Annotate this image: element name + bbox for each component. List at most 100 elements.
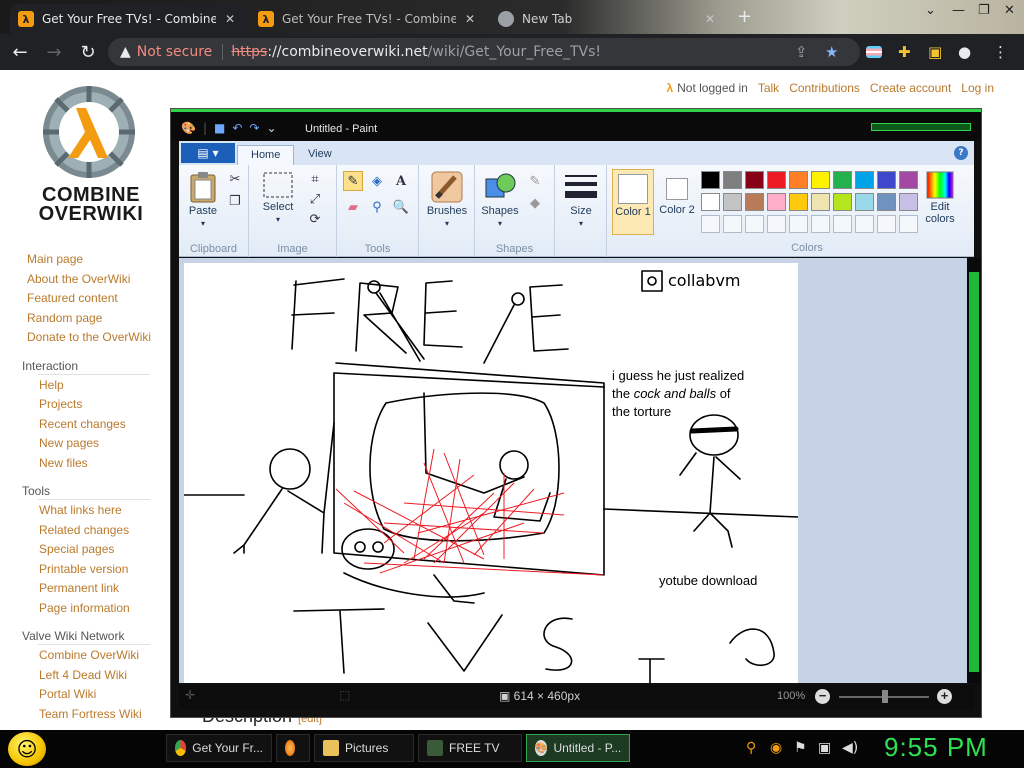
palette-custom-slot[interactable]	[877, 215, 896, 233]
browser-tab-active[interactable]: λ Get Your Free TVs! - Combine Ov ✕	[10, 4, 246, 34]
palette-custom-slot[interactable]	[767, 215, 786, 233]
menu-kebab-icon[interactable]: ⋮	[993, 43, 1008, 61]
sidebar-item-combine-overwiki[interactable]: Combine OverWiki	[39, 648, 139, 662]
sidebar-item-l4d-wiki[interactable]: Left 4 Dead Wiki	[39, 668, 127, 682]
palette-swatch[interactable]	[811, 171, 830, 189]
text-icon[interactable]: A	[391, 171, 411, 191]
sidebar-item-featured[interactable]: Featured content	[27, 291, 118, 305]
redo-icon[interactable]: ↷	[249, 121, 259, 135]
palette-swatch[interactable]	[789, 171, 808, 189]
eraser-icon[interactable]: ▰	[343, 197, 363, 217]
reload-icon[interactable]: ↻	[74, 38, 102, 66]
fill-icon[interactable]: ◆	[525, 193, 545, 213]
customize-qat-icon[interactable]: ⌄	[266, 121, 276, 135]
edit-colors-button[interactable]: Edit colors	[919, 171, 961, 225]
sidebar-heading-interaction[interactable]: Interaction	[22, 359, 78, 373]
extensions-puzzle-icon[interactable]: ✚	[898, 43, 911, 61]
palette-swatch[interactable]	[877, 171, 896, 189]
drawing-canvas[interactable]: collabvm i guess he just realized the co…	[184, 263, 798, 683]
search-icon[interactable]: ⚲	[746, 740, 756, 756]
canvas-vertical-scrollbar[interactable]	[967, 258, 981, 683]
close-tab-icon[interactable]: ✕	[702, 12, 718, 26]
browser-tab[interactable]: λ Get Your Free TVs! - Combine O ✕	[250, 4, 486, 34]
extension-flag-icon[interactable]	[866, 46, 882, 58]
sidebar-heading-network[interactable]: Valve Wiki Network	[22, 629, 124, 643]
palette-swatch[interactable]	[723, 193, 742, 211]
sidebar-item-page-information[interactable]: Page information	[39, 601, 130, 615]
save-icon[interactable]: ■	[214, 121, 225, 135]
action-center-flag-icon[interactable]: ⚑	[794, 740, 807, 756]
palette-swatch[interactable]	[701, 171, 720, 189]
sidebar-item-main-page[interactable]: Main page	[27, 252, 83, 266]
sidebar-item-projects[interactable]: Projects	[39, 397, 82, 411]
sidebar-item-help[interactable]: Help	[39, 378, 64, 392]
contributions-link[interactable]: Contributions	[789, 81, 860, 95]
palette-swatch[interactable]	[767, 171, 786, 189]
palette-swatch[interactable]	[745, 193, 764, 211]
cut-icon[interactable]: ✂	[225, 169, 245, 189]
size-button[interactable]: Size ▾	[559, 171, 603, 229]
close-window-icon[interactable]: ✕	[1004, 3, 1015, 18]
color1-button[interactable]: Color 1	[612, 169, 654, 235]
palette-swatch[interactable]	[723, 171, 742, 189]
scrollbar-thumb[interactable]	[969, 272, 979, 672]
resize-icon[interactable]: ⤢	[305, 189, 325, 209]
sidebar-item-related-changes[interactable]: Related changes	[39, 523, 129, 537]
back-arrow-icon[interactable]: ←	[6, 38, 34, 66]
taskbar-clock[interactable]: 9:55 PM	[884, 732, 988, 763]
tab-search-icon[interactable]: ⌄	[925, 3, 936, 18]
sidebar-item-new-pages[interactable]: New pages	[39, 436, 99, 450]
palette-custom-slot[interactable]	[701, 215, 720, 233]
paint-file-menu-button[interactable]: ▤ ▾	[181, 143, 235, 163]
palette-custom-slot[interactable]	[811, 215, 830, 233]
sidebar-item-portal-wiki[interactable]: Portal Wiki	[39, 687, 96, 701]
zoom-slider-thumb[interactable]	[882, 690, 888, 703]
share-icon[interactable]: ⇪	[795, 43, 808, 61]
paste-button[interactable]: Paste ▾	[185, 171, 221, 229]
network-tray-icon[interactable]: ◉	[770, 740, 782, 756]
paint-titlebar[interactable]: 🎨 | ■ ↶ ↷ ⌄ Untitled - Paint	[171, 109, 981, 141]
create-account-link[interactable]: Create account	[870, 81, 951, 95]
palette-swatch[interactable]	[855, 171, 874, 189]
zoom-in-button[interactable]: +	[937, 689, 952, 704]
color2-button[interactable]: Color 2	[657, 169, 697, 235]
forward-arrow-icon[interactable]: →	[40, 38, 68, 66]
palette-swatch[interactable]	[811, 193, 830, 211]
start-button-smiley-icon[interactable]: ☺	[8, 732, 46, 766]
palette-swatch[interactable]	[767, 193, 786, 211]
palette-swatch[interactable]	[855, 193, 874, 211]
palette-custom-slot[interactable]	[789, 215, 808, 233]
sidebar-item-recent-changes[interactable]: Recent changes	[39, 417, 126, 431]
copy-icon[interactable]: ❐	[225, 191, 245, 211]
palette-custom-slot[interactable]	[833, 215, 852, 233]
crop-icon[interactable]: ⌗	[305, 169, 325, 189]
taskbar-item-pictures[interactable]: Pictures	[314, 734, 414, 762]
rotate-icon[interactable]: ⟳	[305, 209, 325, 229]
pencil-icon[interactable]: ✎	[343, 171, 363, 191]
not-secure-label[interactable]: Not secure	[137, 44, 213, 60]
display-tray-icon[interactable]: ▣	[818, 740, 831, 756]
taskbar-item-chrome[interactable]: Get Your Fr...	[166, 734, 272, 762]
taskbar-item-free-tv[interactable]: FREE TV	[418, 734, 522, 762]
sidebar-item-printable-version[interactable]: Printable version	[39, 562, 128, 576]
palette-custom-slot[interactable]	[745, 215, 764, 233]
shapes-button[interactable]: Shapes ▾	[479, 171, 521, 229]
palette-swatch[interactable]	[701, 193, 720, 211]
taskbar-item-paint[interactable]: 🎨 Untitled - P...	[526, 734, 630, 762]
palette-custom-slot[interactable]	[723, 215, 742, 233]
new-tab-button[interactable]: +	[737, 6, 752, 27]
canvas-workspace[interactable]: collabvm i guess he just realized the co…	[179, 258, 974, 683]
profile-avatar-icon[interactable]: ●	[958, 43, 971, 61]
bookmark-star-icon[interactable]: ★	[825, 43, 838, 61]
palette-swatch[interactable]	[899, 171, 918, 189]
palette-swatch[interactable]	[899, 193, 918, 211]
paint-window[interactable]: 🎨 | ■ ↶ ↷ ⌄ Untitled - Paint ▤ ▾ Home Vi…	[170, 108, 982, 718]
taskbar-item-firefox[interactable]	[276, 734, 310, 762]
address-bar[interactable]: ▲ Not secure https ://combineoverwiki.ne…	[108, 38, 860, 66]
undo-icon[interactable]: ↶	[232, 121, 242, 135]
palette-custom-slot[interactable]	[855, 215, 874, 233]
palette-swatch[interactable]	[877, 193, 896, 211]
palette-swatch[interactable]	[833, 193, 852, 211]
fill-bucket-icon[interactable]: ◈	[367, 171, 387, 191]
help-icon[interactable]: ?	[954, 146, 968, 160]
